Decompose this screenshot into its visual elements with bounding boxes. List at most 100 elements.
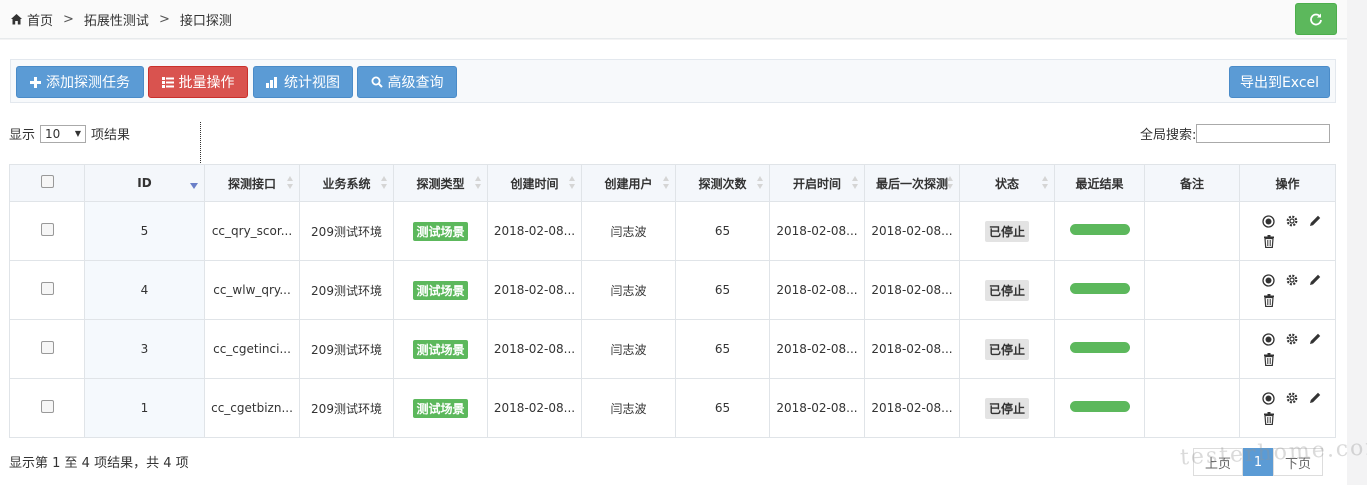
gear-icon[interactable] bbox=[1284, 213, 1300, 229]
stats-view-button[interactable]: 统计视图 bbox=[253, 66, 353, 98]
trash-icon[interactable] bbox=[1261, 410, 1277, 426]
count-cell: 65 bbox=[675, 260, 770, 320]
started-cell: 2018-02-08... bbox=[769, 378, 865, 438]
status-cell: 已停止 bbox=[959, 378, 1055, 438]
system-cell: 209测试环境 bbox=[299, 201, 394, 261]
pencil-icon[interactable] bbox=[1307, 272, 1323, 288]
refresh-button[interactable] bbox=[1295, 3, 1337, 35]
refresh-icon bbox=[1310, 13, 1322, 26]
gear-icon[interactable] bbox=[1284, 390, 1300, 406]
breadcrumb-extension-test[interactable]: 拓展性测试 bbox=[84, 10, 149, 29]
view-icon[interactable] bbox=[1261, 213, 1277, 229]
user-cell: 闫志波 bbox=[581, 201, 676, 261]
column-header-api[interactable]: 探测接口 bbox=[204, 164, 300, 202]
row-select-cell bbox=[9, 319, 85, 379]
trash-icon[interactable] bbox=[1261, 233, 1277, 249]
advanced-search-button[interactable]: 高级查询 bbox=[357, 66, 457, 98]
pencil-icon[interactable] bbox=[1307, 213, 1323, 229]
gear-icon[interactable] bbox=[1284, 331, 1300, 347]
row-checkbox[interactable] bbox=[40, 282, 54, 295]
type-cell: 测试场景 bbox=[393, 260, 488, 320]
row-checkbox[interactable] bbox=[40, 400, 54, 413]
id-cell: 4 bbox=[84, 260, 205, 320]
search-icon bbox=[371, 76, 383, 88]
status-badge: 已停止 bbox=[984, 220, 1029, 242]
table-info: 显示第 1 至 4 项结果，共 4 项 bbox=[9, 456, 189, 471]
sort-icon bbox=[852, 176, 858, 190]
status-cell: 已停止 bbox=[959, 260, 1055, 320]
actions-cell bbox=[1239, 260, 1336, 320]
view-icon[interactable] bbox=[1261, 331, 1277, 347]
column-header-last[interactable]: 最后一次探测 bbox=[864, 164, 960, 202]
plus-icon bbox=[30, 76, 41, 88]
count-cell: 65 bbox=[675, 319, 770, 379]
row-select-cell bbox=[9, 201, 85, 261]
add-probe-task-label: 添加探测任务 bbox=[46, 75, 130, 91]
created-cell: 2018-02-08... bbox=[487, 260, 582, 320]
id-cell: 3 bbox=[84, 319, 205, 379]
view-icon[interactable] bbox=[1261, 272, 1277, 288]
started-cell: 2018-02-08... bbox=[769, 201, 865, 261]
global-search-input[interactable] bbox=[1196, 124, 1331, 143]
result-bar bbox=[1069, 283, 1130, 294]
last-probe-cell: 2018-02-08... bbox=[864, 378, 960, 438]
list-icon bbox=[161, 76, 174, 88]
advanced-search-label: 高级查询 bbox=[387, 75, 444, 91]
type-badge: 测试场景 bbox=[413, 339, 468, 359]
pencil-icon[interactable] bbox=[1307, 390, 1323, 406]
column-header-system[interactable]: 业务系统 bbox=[299, 164, 394, 202]
batch-operation-button[interactable]: 批量操作 bbox=[148, 66, 248, 98]
created-cell: 2018-02-08... bbox=[487, 378, 582, 438]
breadcrumb-home[interactable]: 首页 bbox=[27, 10, 53, 29]
column-header-id[interactable]: ID bbox=[84, 164, 205, 202]
row-actions bbox=[1251, 331, 1325, 367]
column-header-type[interactable]: 探测类型 bbox=[393, 164, 488, 202]
note-cell bbox=[1144, 378, 1240, 438]
row-checkbox[interactable] bbox=[40, 223, 54, 236]
result-bar bbox=[1069, 401, 1130, 412]
last-probe-cell: 2018-02-08... bbox=[864, 260, 960, 320]
column-header-count[interactable]: 探测次数 bbox=[675, 164, 770, 202]
actions-cell bbox=[1239, 378, 1336, 438]
id-cell: 5 bbox=[84, 201, 205, 261]
column-header-created[interactable]: 创建时间 bbox=[487, 164, 582, 202]
export-excel-button[interactable]: 导出到Excel bbox=[1229, 66, 1330, 98]
table-row[interactable]: 3 cc_cgetinci... 209测试环境 测试场景 2018-02-08... 闫… bbox=[9, 319, 1336, 379]
table-row[interactable]: 4 cc_wlw_qry... 209测试环境 测试场景 2018-02-08... 闫志… bbox=[9, 260, 1336, 320]
last-probe-cell: 2018-02-08... bbox=[864, 319, 960, 379]
trash-icon[interactable] bbox=[1261, 351, 1277, 367]
user-cell: 闫志波 bbox=[581, 260, 676, 320]
watermark: testerhome.com bbox=[1179, 434, 1367, 471]
result-bar bbox=[1069, 224, 1130, 235]
result-cell bbox=[1054, 201, 1145, 261]
sort-icon bbox=[287, 176, 293, 190]
view-icon[interactable] bbox=[1261, 390, 1277, 406]
row-actions bbox=[1251, 272, 1325, 308]
main-panel: 添加探测任务 批量操作 统计视图 高级查询 导出到Excel 显示 10 ▼ 项… bbox=[0, 40, 1367, 485]
column-header-status[interactable]: 状态 bbox=[959, 164, 1055, 202]
column-header-actions: 操作 bbox=[1239, 164, 1336, 202]
type-badge: 测试场景 bbox=[413, 398, 468, 418]
table-row[interactable]: 1 cc_cgetbizn... 209测试环境 测试场景 2018-02-08... 闫… bbox=[9, 378, 1336, 438]
pencil-icon[interactable] bbox=[1307, 331, 1323, 347]
gear-icon[interactable] bbox=[1284, 272, 1300, 288]
select-all-checkbox[interactable] bbox=[40, 175, 54, 188]
global-search: 全局搜索: bbox=[1140, 124, 1331, 143]
actions-cell bbox=[1239, 201, 1336, 261]
table-row[interactable]: 5 cc_qry_scor... 209测试环境 测试场景 2018-02-08... 闫… bbox=[9, 201, 1336, 261]
trash-icon[interactable] bbox=[1261, 292, 1277, 308]
page-length-select[interactable]: 10 ▼ bbox=[40, 124, 87, 143]
count-cell: 65 bbox=[675, 378, 770, 438]
page-length-value: 10 bbox=[45, 126, 61, 141]
created-cell: 2018-02-08... bbox=[487, 201, 582, 261]
row-checkbox[interactable] bbox=[40, 341, 54, 354]
add-probe-task-button[interactable]: 添加探测任务 bbox=[16, 66, 144, 98]
column-header-user[interactable]: 创建用户 bbox=[581, 164, 676, 202]
sort-icon bbox=[475, 176, 481, 190]
row-actions bbox=[1251, 213, 1325, 249]
result-cell bbox=[1054, 319, 1145, 379]
column-header-started[interactable]: 开启时间 bbox=[769, 164, 865, 202]
row-select-cell bbox=[9, 260, 85, 320]
breadcrumb-separator: > bbox=[63, 12, 74, 27]
type-badge: 测试场景 bbox=[413, 280, 468, 300]
